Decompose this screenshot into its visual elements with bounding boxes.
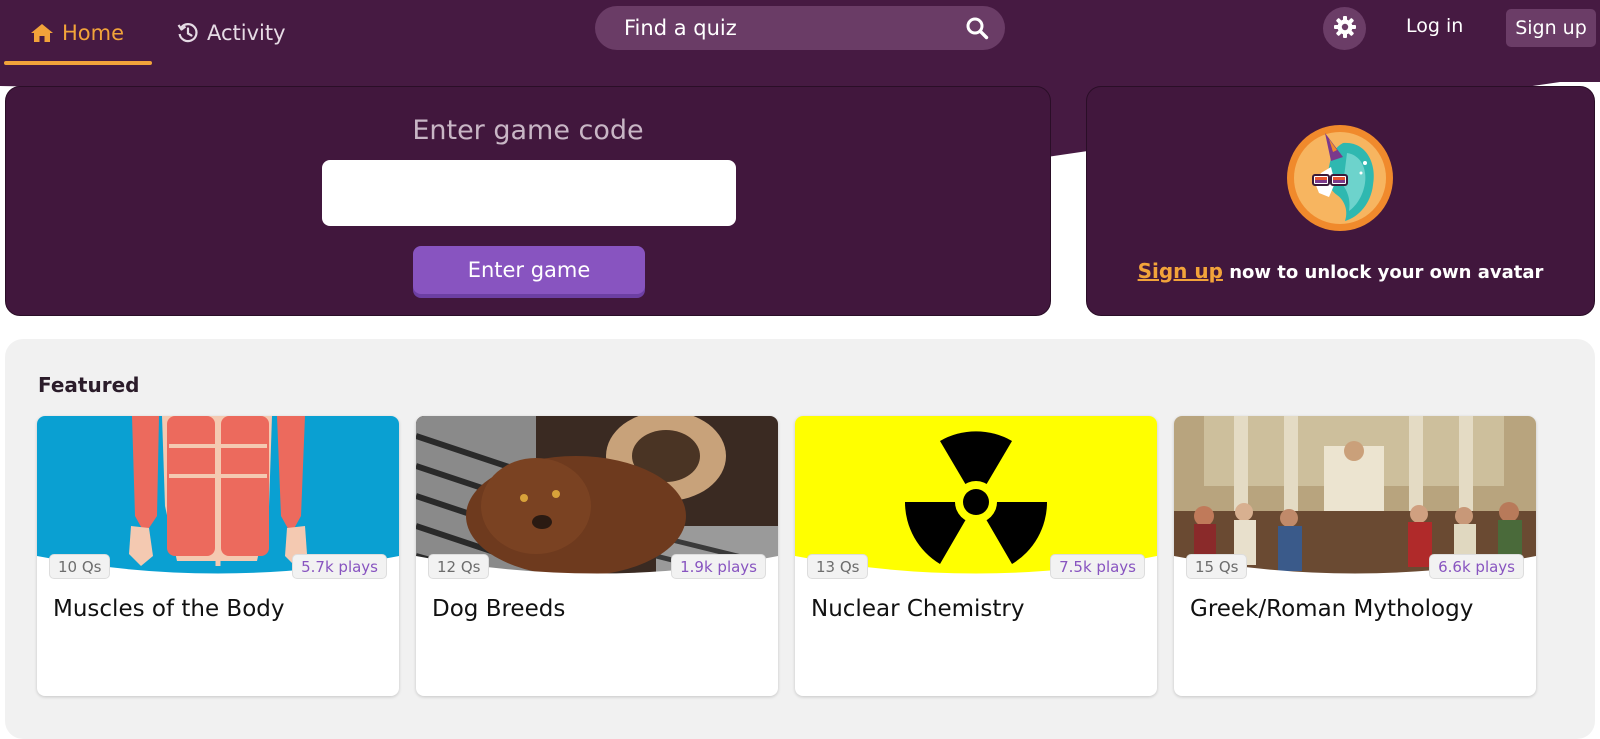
quiz-card[interactable]: 12 Qs 1.9k plays Dog Breeds xyxy=(416,416,778,696)
avatar-unlock-text: now to unlock your own avatar xyxy=(1222,262,1544,283)
signup-button[interactable]: Sign up xyxy=(1506,9,1596,47)
quiz-card-title: Greek/Roman Mythology xyxy=(1190,596,1474,622)
login-link[interactable]: Log in xyxy=(1406,15,1463,37)
avatar-signup-prompt: Sign up now to unlock your own avatar xyxy=(1087,259,1594,283)
active-tab-indicator xyxy=(4,61,152,65)
history-icon xyxy=(177,22,199,44)
nav-tab-activity[interactable]: Activity xyxy=(177,0,286,66)
question-count-badge: 10 Qs xyxy=(49,554,111,579)
enter-game-button[interactable]: Enter game xyxy=(413,246,645,294)
game-code-title: Enter game code xyxy=(412,115,644,146)
question-count-badge: 15 Qs xyxy=(1186,554,1248,579)
quiz-card-title: Dog Breeds xyxy=(432,596,566,622)
quiz-card[interactable]: 15 Qs 6.6k plays Greek/Roman Mythology xyxy=(1174,416,1536,696)
settings-button[interactable] xyxy=(1323,7,1366,50)
avatar-signup-link[interactable]: Sign up xyxy=(1138,259,1223,283)
game-code-input[interactable] xyxy=(322,160,736,226)
question-count-badge: 13 Qs xyxy=(807,554,869,579)
quiz-card[interactable]: 10 Qs 5.7k plays Muscles of the Body xyxy=(37,416,399,696)
quiz-card-title: Nuclear Chemistry xyxy=(811,596,1025,622)
quiz-card[interactable]: 13 Qs 7.5k plays Nuclear Chemistry xyxy=(795,416,1157,696)
play-count-badge: 1.9k plays xyxy=(671,554,766,579)
quiz-card-title: Muscles of the Body xyxy=(53,596,285,622)
search-bar xyxy=(595,6,1005,50)
play-count-badge: 7.5k plays xyxy=(1050,554,1145,579)
nav-tab-activity-label: Activity xyxy=(207,21,286,45)
search-input[interactable] xyxy=(622,15,965,41)
play-count-badge: 5.7k plays xyxy=(292,554,387,579)
unicorn-avatar xyxy=(1287,125,1393,231)
search-icon[interactable] xyxy=(965,16,989,40)
nav-tab-home[interactable]: Home xyxy=(30,0,124,66)
gear-icon xyxy=(1333,15,1357,43)
question-count-badge: 12 Qs xyxy=(428,554,490,579)
featured-title: Featured xyxy=(38,373,140,397)
game-code-panel: Enter game code Enter game xyxy=(5,86,1051,316)
play-count-badge: 6.6k plays xyxy=(1429,554,1524,579)
avatar-panel: Sign up now to unlock your own avatar xyxy=(1086,86,1595,316)
home-icon xyxy=(30,23,54,43)
nav-tab-home-label: Home xyxy=(62,21,125,45)
featured-section: Featured 10 Qs 5.7k plays Muscles of the… xyxy=(5,339,1595,739)
